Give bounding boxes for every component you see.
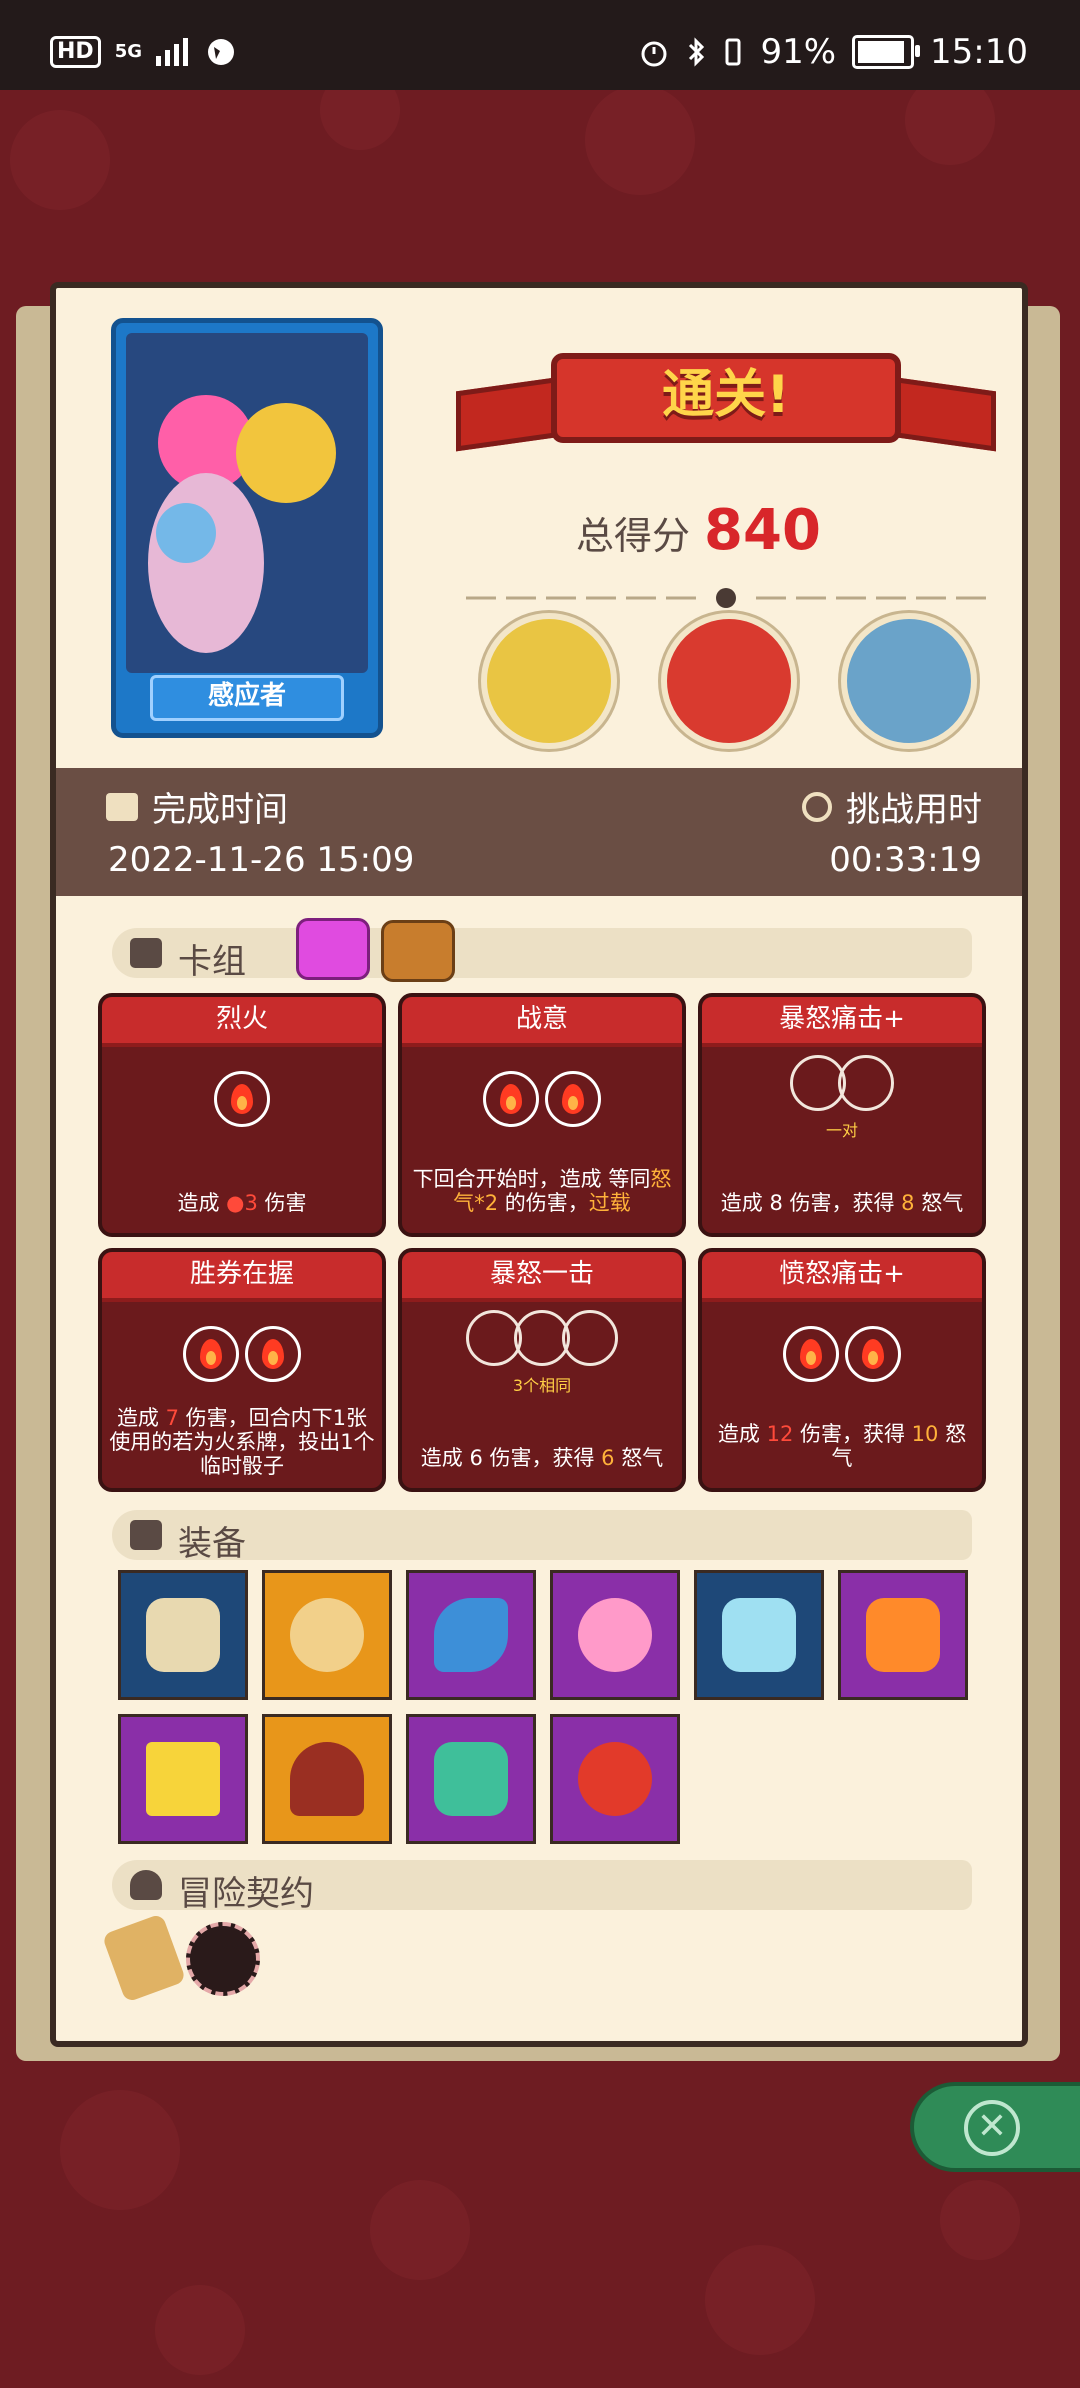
victory-title: 通关! xyxy=(662,365,790,425)
bluetooth-icon xyxy=(689,37,705,67)
vibrate-icon xyxy=(725,38,741,66)
score-row: 总得分 840 xyxy=(576,498,821,563)
crystal-gem-icon[interactable] xyxy=(694,1570,824,1700)
cube-icon xyxy=(130,1520,162,1550)
person-icon xyxy=(130,1870,162,1900)
card-description: 造成 ●3 伤害 xyxy=(177,1191,307,1215)
duration-value: 00:33:19 xyxy=(829,840,982,880)
equipment-label: 装备 xyxy=(178,1524,246,1564)
alarm-icon xyxy=(641,41,667,67)
signal-bars-icon xyxy=(156,38,188,66)
flame-dagger-icon[interactable] xyxy=(550,1714,680,1844)
clock: 15:10 xyxy=(930,32,1028,72)
deck-label: 卡组 xyxy=(178,942,246,982)
fire-dice-slot-icon xyxy=(245,1326,301,1382)
deck-card[interactable]: 烈火 造成 ●3 伤害 xyxy=(98,993,386,1237)
deck-card[interactable]: 愤怒痛击+ 造成 12 伤害，获得 10 怒气 xyxy=(698,1248,986,1492)
spiral-tag-icon[interactable] xyxy=(381,920,455,982)
boss-avatar-1[interactable] xyxy=(481,613,617,749)
deck-card[interactable]: 胜券在握 造成 7 伤害，回合内下1张使用的若为火系牌，投出1个临时骰子 xyxy=(98,1248,386,1492)
fire-dice-slot-icon xyxy=(214,1071,270,1127)
deck-card[interactable]: 暴怒痛击+ 一对 造成 8 伤害，获得 8 怒气 xyxy=(698,993,986,1237)
battery-icon xyxy=(852,35,921,69)
cards-icon xyxy=(130,938,162,968)
card-title: 愤怒痛击+ xyxy=(702,1252,982,1302)
card-description: 造成 7 伤害，回合内下1张使用的若为火系牌，投出1个临时骰子 xyxy=(109,1406,375,1478)
hero-card[interactable]: 感应者 xyxy=(111,318,383,738)
card-description: 下回合开始时，造成 等同怒气*2 的伤害，过载 xyxy=(412,1167,672,1215)
stopwatch-icon xyxy=(802,791,832,822)
fire-dice-slot-icon xyxy=(483,1071,539,1127)
time-info-bar: 完成时间 挑战用时 2022-11-26 15:09 00:33:19 xyxy=(56,768,1022,896)
card-description: 造成 12 伤害，获得 10 怒气 xyxy=(717,1422,967,1470)
rune-tag-icon[interactable] xyxy=(296,918,370,980)
finish-time-value: 2022-11-26 15:09 xyxy=(108,840,415,880)
card-title: 烈火 xyxy=(102,997,382,1047)
fire-gem-icon[interactable] xyxy=(838,1570,968,1700)
browser-icon xyxy=(208,39,234,65)
boss-avatar-3[interactable] xyxy=(841,613,977,749)
gold-brick-icon[interactable] xyxy=(118,1714,248,1844)
card-title: 暴怒痛击+ xyxy=(702,997,982,1047)
deck-card[interactable]: 暴怒一击 3个相同 造成 6 伤害，获得 6 怒气 xyxy=(398,1248,686,1492)
hd-icon: HD xyxy=(50,36,101,68)
hood-cloak-icon[interactable] xyxy=(262,1714,392,1844)
score-label: 总得分 xyxy=(576,514,691,558)
close-button[interactable]: ✕ xyxy=(910,2082,1080,2172)
contract-section-header: 冒险契约 xyxy=(112,1860,972,1914)
finish-time-label: 完成时间 xyxy=(152,790,288,830)
status-bar: HD 5G 91% 15:10 xyxy=(0,0,1080,90)
signal-icon: 5G xyxy=(114,41,142,62)
card-title: 战意 xyxy=(402,997,682,1047)
card-description: 造成 8 伤害，获得 8 怒气 xyxy=(720,1191,964,1215)
duration-label: 挑战用时 xyxy=(846,790,982,830)
crescent-horn-icon[interactable] xyxy=(406,1570,536,1700)
battery-percent: 91% xyxy=(760,32,837,72)
calendar-icon xyxy=(106,792,138,821)
victory-banner: 通关! xyxy=(456,323,996,473)
dagger-contract-icon[interactable] xyxy=(186,1922,260,1996)
snowflake-scroll-icon[interactable] xyxy=(118,1570,248,1700)
empty-dice-slot-icon xyxy=(838,1055,894,1111)
card-title: 胜券在握 xyxy=(102,1252,382,1302)
empty-dice-slot-icon xyxy=(562,1310,618,1366)
fire-dice-slot-icon xyxy=(183,1326,239,1382)
boss-divider xyxy=(466,588,986,608)
hero-name: 感应者 xyxy=(150,675,344,721)
deck-card[interactable]: 战意 下回合开始时，造成 等同怒气*2 的伤害，过载 xyxy=(398,993,686,1237)
card-title: 暴怒一击 xyxy=(402,1252,682,1302)
close-icon: ✕ xyxy=(964,2100,1020,2156)
fire-dice-slot-icon xyxy=(545,1071,601,1127)
hero-portrait xyxy=(126,333,368,673)
rainbow-orb-icon[interactable] xyxy=(550,1570,680,1700)
deck-section-header: 卡组 xyxy=(112,928,972,982)
demon-mask-icon[interactable] xyxy=(406,1714,536,1844)
coin-bag-icon[interactable] xyxy=(262,1570,392,1700)
equipment-section-header: 装备 xyxy=(112,1510,972,1564)
fire-dice-slot-icon xyxy=(845,1326,901,1382)
card-requirement: 3个相同 xyxy=(512,1376,572,1395)
card-requirement: 一对 xyxy=(825,1121,858,1140)
score-value: 840 xyxy=(704,498,821,563)
card-description: 造成 6 伤害，获得 6 怒气 xyxy=(420,1446,664,1470)
boss-avatar-2[interactable] xyxy=(661,613,797,749)
result-panel: 感应者 通关! 总得分 840 完成时间 挑战用时 2022-11-26 15:… xyxy=(50,282,1028,2047)
fire-dice-slot-icon xyxy=(783,1326,839,1382)
scroll-contract-icon[interactable] xyxy=(101,1913,187,2003)
contract-label: 冒险契约 xyxy=(178,1874,314,1914)
